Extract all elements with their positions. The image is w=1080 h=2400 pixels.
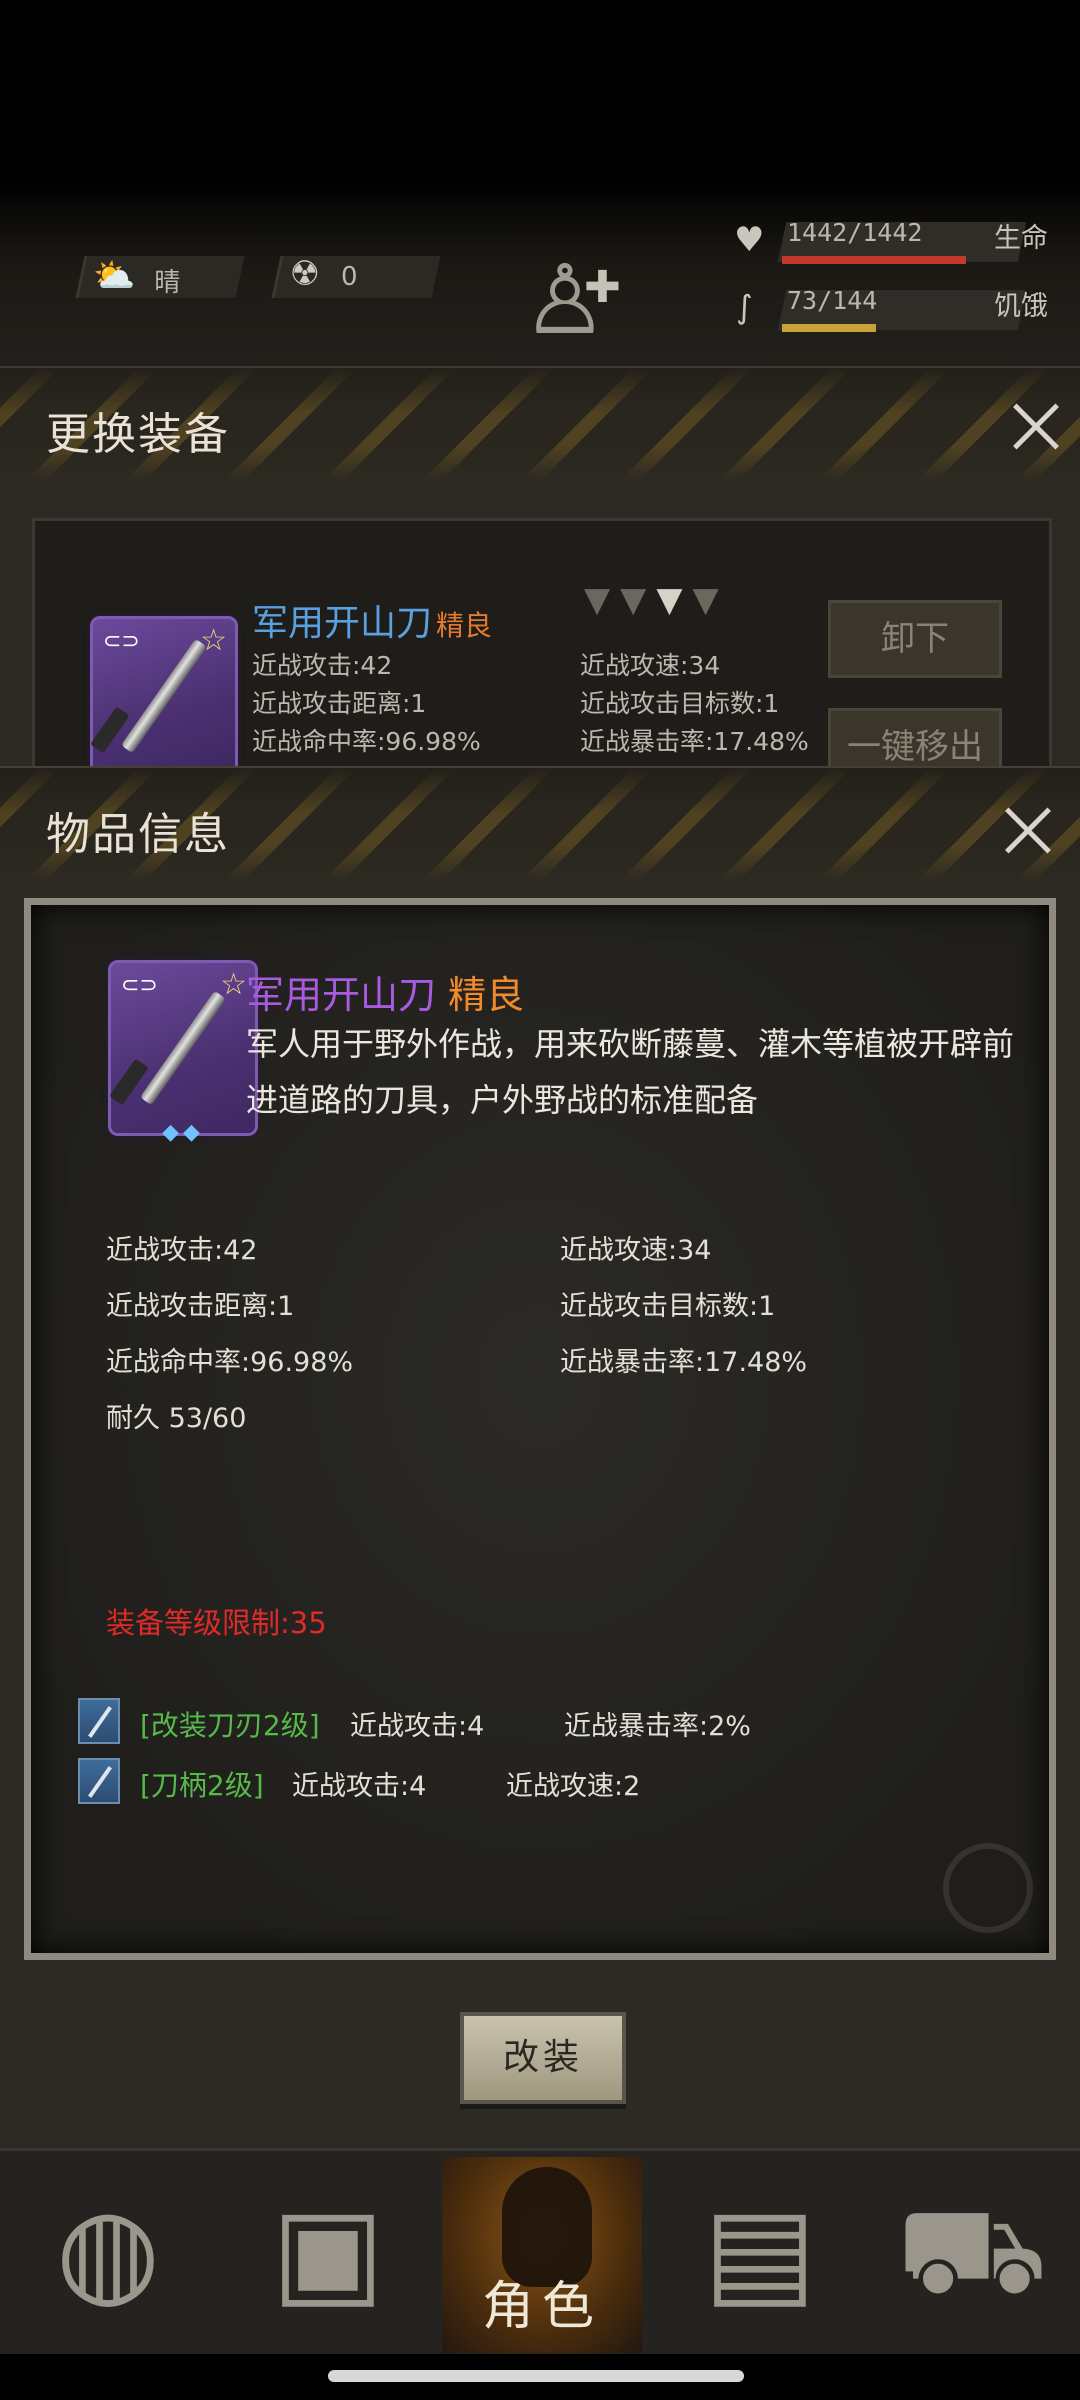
equipped-stat: 近战攻击目标数:1: [580, 689, 780, 718]
handle-mod-icon: [78, 1758, 120, 1804]
shirt-icon: ▼: [620, 580, 657, 620]
status-hud: ⛅ 晴 ☢ 0 ♙ ✚ ♥ 1442/1442 生命 ∫ 73/144 饥饿: [0, 0, 1080, 370]
link-icon: ⊂⊃: [103, 629, 140, 654]
item-title: 军用开山刀 精良: [246, 964, 524, 1019]
level-requirement: 装备等级限制:35: [106, 1606, 327, 1640]
globe-icon: ◍: [55, 2182, 161, 2321]
unequip-button[interactable]: 卸下: [828, 600, 1002, 678]
equipped-stat: 近战暴击率:17.48%: [580, 727, 809, 756]
item-stat: 近战攻速:34: [560, 1235, 712, 1266]
mod-row: [改装刀刃2级] 近战攻击:4 近战暴击率:2%: [78, 1698, 778, 1746]
item-stat: 近战攻击距离:1: [106, 1291, 295, 1322]
armor-slots: ▼▼▼▼: [584, 580, 729, 620]
equipped-stat: 近战命中率:96.98%: [252, 727, 481, 756]
blade-mod-icon: [78, 1698, 120, 1744]
shirt-icon: ▼: [584, 580, 621, 620]
mod-name: [改装刀刃2级]: [140, 1709, 320, 1742]
cloud-sun-icon: ⛅: [93, 256, 136, 296]
item-name: 军用开山刀: [246, 973, 437, 1017]
plus-icon: ✚: [584, 262, 621, 313]
mod-row: [刀柄2级] 近战攻击:4 近战攻速:2: [78, 1758, 778, 1806]
hunger-bar: ∫ 73/144 饥饿: [722, 282, 1062, 336]
nav-character-label: 角色: [481, 2277, 602, 2337]
health-label: 生命: [994, 223, 1048, 254]
star-icon: ☆: [220, 967, 247, 1002]
shirt-icon: ▼: [692, 580, 729, 620]
radiation-value: 0: [341, 262, 358, 292]
modify-button[interactable]: 改装: [460, 2012, 626, 2104]
nav-backpack[interactable]: ▣: [228, 2157, 428, 2353]
equipped-stat: 近战攻击距离:1: [252, 689, 427, 718]
equipped-stat: 近战攻击:42: [252, 651, 393, 680]
health-fill: [782, 256, 966, 264]
mod-stat: 近战攻击:4: [292, 1771, 427, 1802]
equipped-item-icon[interactable]: ⊂⊃ ☆: [90, 616, 238, 776]
mod-name: [刀柄2级]: [140, 1769, 264, 1802]
mod-stat: 近战暴击率:2%: [564, 1711, 751, 1742]
equipped-stat: 近战攻速:34: [580, 651, 721, 680]
radiation-icon: ☢: [289, 254, 321, 294]
item-info-dialog: 物品信息 ⊂⊃ ☆ ◆◆ 军用开山刀 精良 军人用于野外作战，用来砍断藤蔓、灌木…: [0, 766, 1080, 2148]
hunger-value: 73/144: [787, 286, 878, 315]
equip-panel-title: 更换装备: [46, 409, 230, 460]
hunger-label: 饥饿: [994, 291, 1048, 322]
item-stat: 近战攻击目标数:1: [560, 1291, 776, 1322]
cart-icon: ⛟: [896, 2182, 1048, 2321]
nav-character[interactable]: 角色: [442, 2157, 642, 2353]
nav-shop[interactable]: ⛟: [872, 2157, 1072, 2353]
equipped-item-quality: 精良: [436, 609, 493, 642]
weather-text: 晴: [154, 268, 181, 298]
hunger-fill: [782, 324, 876, 332]
backpack-icon: ▣: [271, 2182, 385, 2321]
item-stat: 近战暴击率:17.48%: [560, 1347, 808, 1378]
radio-icon: ▤: [703, 2182, 817, 2321]
mod-stat: 近战攻速:2: [506, 1771, 641, 1802]
gem-slots-icon: ◆◆: [162, 1120, 204, 1145]
item-description: 军人用于野外作战，用来砍断藤蔓、灌木等植被开辟前进道路的刀具，户外野战的标准配备: [246, 1025, 1015, 1119]
stomach-icon: ∫: [736, 288, 753, 326]
close-icon[interactable]: [1010, 400, 1062, 452]
radiation-watermark-icon: [943, 1843, 1033, 1933]
radiation-chip: ☢ 0: [271, 254, 441, 298]
health-value: 1442/1442: [787, 218, 923, 247]
mod-stat: 近战攻击:4: [350, 1711, 485, 1742]
star-icon: ☆: [200, 623, 227, 658]
close-icon[interactable]: [1002, 804, 1054, 856]
info-dialog-title: 物品信息: [46, 809, 230, 860]
shirt-icon: ▼: [656, 580, 693, 620]
change-equipment-panel: 更换装备 ⊂⊃ ☆ 军用开山刀 精良 近战攻击:42 近战攻速:34 近战攻击距…: [0, 366, 1080, 786]
health-bar: ♥ 1442/1442 生命: [722, 214, 1062, 268]
nav-radio[interactable]: ▤: [660, 2157, 860, 2353]
item-icon: ⊂⊃ ☆ ◆◆: [108, 960, 258, 1145]
link-icon: ⊂⊃: [121, 973, 158, 998]
bottom-nav: ◍ ▣ 角色 ▤ ⛟: [0, 2148, 1080, 2354]
durability: 耐久 53/60: [106, 1403, 247, 1434]
item-stat: 近战攻击:42: [106, 1235, 258, 1266]
heart-icon: ♥: [734, 220, 765, 260]
equipped-item-name: 军用开山刀: [252, 603, 433, 644]
nav-world[interactable]: ◍: [8, 2157, 208, 2353]
home-indicator[interactable]: [328, 2370, 744, 2382]
item-stat: 近战命中率:96.98%: [106, 1347, 354, 1378]
item-quality: 精良: [448, 973, 525, 1017]
weather-chip: ⛅ 晴: [75, 256, 245, 298]
